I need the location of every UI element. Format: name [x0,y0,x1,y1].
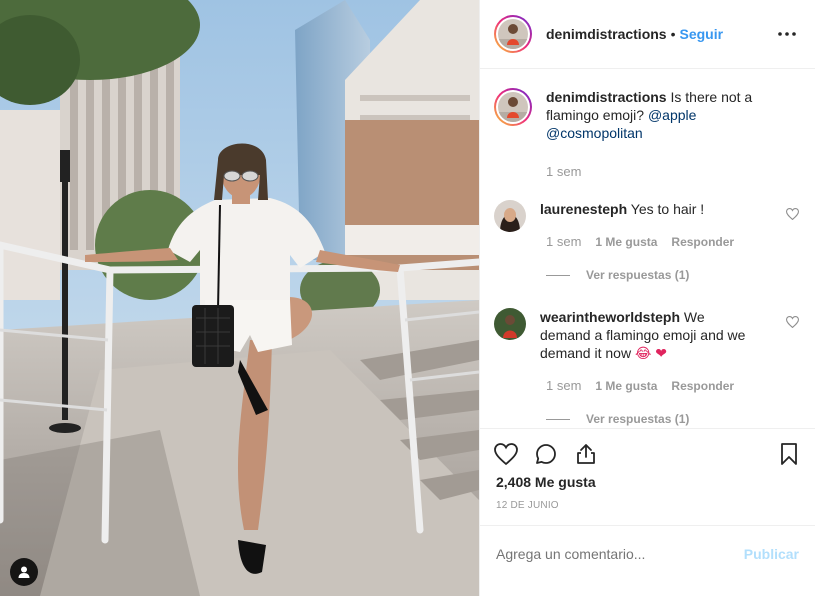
instagram-post: denimdistractions • Seguir denimdistract… [0,0,815,596]
comment-likes[interactable]: 1 Me gusta [595,379,657,393]
post-photo[interactable] [0,0,479,596]
tagged-users-button[interactable] [10,558,38,586]
follow-button[interactable]: Seguir [680,26,724,42]
user-icon [18,566,30,578]
comment-bubble-icon[interactable] [534,442,558,466]
avatar [498,19,528,49]
comment-username[interactable]: laurenesteph [540,201,627,217]
commenter-avatar[interactable] [494,308,526,340]
bookmark-icon[interactable] [777,442,801,466]
avatar [498,92,528,122]
comment-meta: 1 sem 1 Me gusta Responder [546,234,748,249]
view-replies-label: Ver respuestas (1) [586,268,690,282]
like-heart-icon[interactable] [494,442,518,466]
comment-emoji: 😂 ❤ [634,345,667,361]
comment-text-line-1: We [683,309,705,325]
reply-button[interactable]: Responder [671,379,734,393]
more-options-button[interactable] [775,22,799,46]
comment-text-line-3: demand it now [540,345,632,361]
comment-text-block: wearintheworldsteph We demand a flamingo… [540,308,760,362]
comment-item: wearintheworldsteph We demand a flamingo… [494,308,799,362]
post-date[interactable]: 12 DE JUNIO [496,500,559,511]
caption-story-ring[interactable] [494,88,532,126]
action-bar [494,439,801,469]
comment-likes[interactable]: 1 Me gusta [595,235,657,249]
replies-divider [546,274,570,276]
comment-like-heart-icon[interactable] [786,316,799,328]
view-replies-label: Ver respuestas (1) [586,412,690,426]
comment-text-line-2: demand a flamingo emoji and we [540,327,746,343]
reply-button[interactable]: Responder [671,235,734,249]
mention-cosmopolitan[interactable]: @cosmopolitan [546,125,643,141]
more-horizontal-icon [778,32,796,36]
header-separator: • [670,26,676,42]
add-comment-bar: Publicar [480,525,815,581]
photo-illustration [0,0,479,596]
view-replies-button[interactable]: Ver respuestas (1) [546,412,689,426]
comment-username[interactable]: wearintheworldsteph [540,309,680,325]
replies-divider [546,418,570,420]
comment-like-heart-icon[interactable] [786,208,799,220]
comment-item: laurenesteph Yes to hair ! [494,200,799,232]
caption-time[interactable]: 1 sem [546,164,581,179]
caption-meta: 1 sem [546,164,595,179]
comment-time[interactable]: 1 sem [546,234,581,249]
header-username[interactable]: denimdistractions [546,26,667,42]
comment-text-block: laurenesteph Yes to hair ! [540,200,704,232]
mention-apple[interactable]: @apple [648,107,696,123]
post-side-panel: denimdistractions • Seguir denimdistract… [479,0,815,596]
caption-text-block: denimdistractions Is there not a flaming… [546,88,766,142]
caption-username[interactable]: denimdistractions [546,89,667,105]
story-ring[interactable] [494,15,532,53]
commenter-avatar[interactable] [494,200,526,232]
comments-list[interactable]: denimdistractions Is there not a flaming… [480,69,815,428]
post-header: denimdistractions • Seguir [480,0,815,69]
comment-input[interactable] [496,545,744,562]
like-count[interactable]: 2,408 Me gusta [496,474,596,490]
publish-button[interactable]: Publicar [744,546,799,562]
comment-text: Yes to hair ! [630,201,705,217]
comment-meta: 1 sem 1 Me gusta Responder [546,378,748,393]
post-actions: 2,408 Me gusta 12 DE JUNIO Publicar [480,428,815,596]
caption: denimdistractions Is there not a flaming… [494,88,799,142]
view-replies-button[interactable]: Ver respuestas (1) [546,268,689,282]
comment-time[interactable]: 1 sem [546,378,581,393]
share-icon[interactable] [574,442,598,466]
